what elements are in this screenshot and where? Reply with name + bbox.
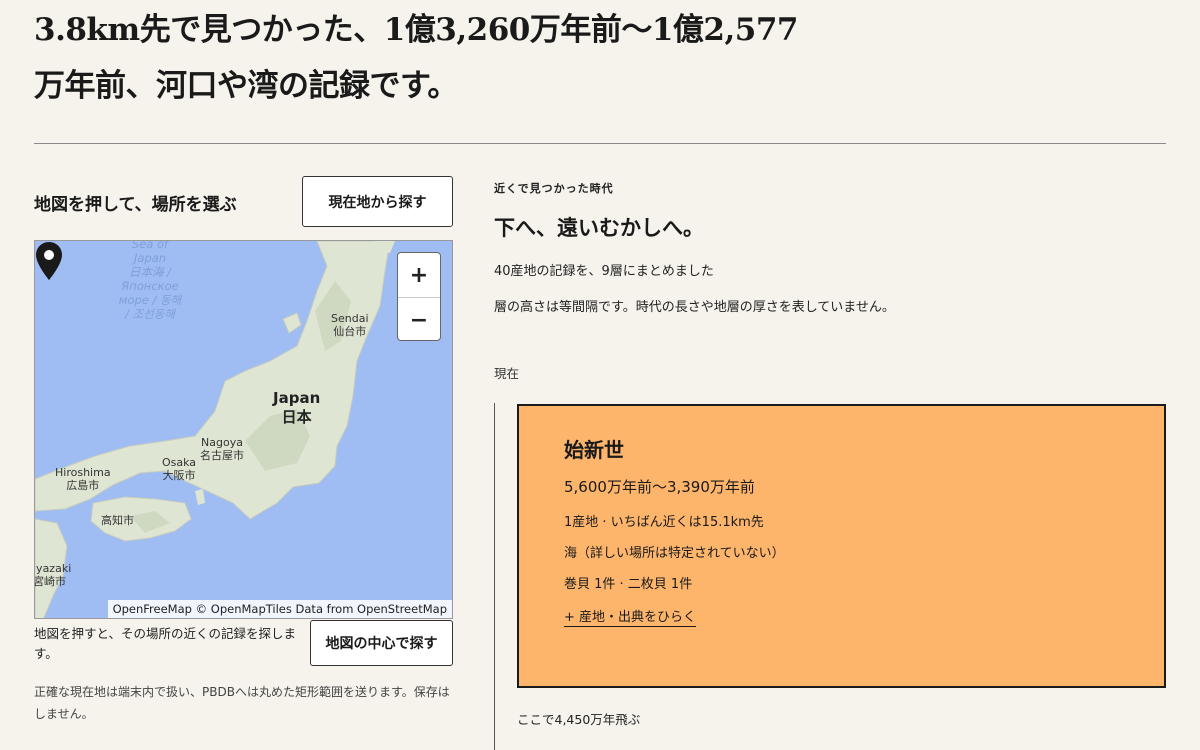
stratum-fossil-counts: 巻貝 1件 · 二枚貝 1件 (564, 577, 693, 592)
city-name-jp: 広島市 (66, 479, 100, 492)
country-name-en: Japan (273, 389, 321, 407)
timeline-eyebrow: 近くで見つかった時代 (494, 182, 614, 195)
city-name-en: iyazaki (34, 562, 72, 575)
sea-label-line: Sea of (131, 240, 169, 251)
privacy-note: 正確な現在地は端末内で扱い、PBDBへは丸めた矩形範囲を送ります。保存はしません… (34, 685, 450, 721)
search-map-center-button[interactable]: 地図の中心で探す (310, 620, 453, 666)
city-name-en: Nagoya (201, 436, 243, 449)
sea-label-line: 日本海 / (128, 265, 172, 279)
city-name-jp: 仙台市 (333, 325, 367, 338)
city-name-en: Osaka (162, 456, 197, 469)
stratum-card: 始新世 5,600万年前〜3,390万年前 1産地 · いちばん近くは15.1k… (517, 404, 1166, 688)
sendai-label: Sendai 仙台市 (331, 312, 369, 338)
country-name-jp: 日本 (281, 408, 312, 426)
expand-sites-sources-link[interactable]: + 産地・出典をひらく (564, 606, 697, 627)
city-name-en: Sendai (331, 312, 369, 325)
city-name-en: Hiroshima (55, 466, 111, 479)
sea-label-line: Japan (133, 251, 167, 265)
stratum-age-range: 5,600万年前〜3,390万年前 (564, 478, 755, 496)
timeline-axis (494, 403, 495, 750)
locate-from-current-position-button[interactable]: 現在地から探す (302, 176, 453, 227)
nagoya-label: Nagoya 名古屋市 (200, 436, 244, 462)
japan-country-label: Japan 日本 (273, 389, 320, 427)
headline-line-2: 万年前、河口や湾の記録です。 (34, 68, 458, 104)
stratum-environment: 海（詳しい場所は特定されていない） (564, 546, 785, 561)
zoom-in-button[interactable]: + (398, 253, 440, 297)
map-panel-title: 地図を押して、場所を選ぶ (34, 195, 237, 215)
map-pin-icon[interactable] (35, 241, 63, 281)
map-attribution[interactable]: OpenFreeMap © OpenMapTiles Data from Ope… (107, 600, 452, 618)
stratum-name: 始新世 (564, 438, 624, 462)
city-name-jp: 名古屋市 (200, 449, 244, 462)
timeline-summary: 40産地の記録を、9層にまとめました (494, 264, 714, 279)
sea-label-line: Японское (121, 279, 179, 293)
sea-label-line: море / 동해 (118, 293, 182, 307)
sea-of-japan-label: Sea of Japan 日本海 / Японское море / 동해 / … (95, 240, 205, 321)
zoom-out-button[interactable]: − (398, 297, 440, 342)
map-help-text: 地図を押すと、その場所の近くの記録を探します。 (34, 626, 297, 661)
page-headline: 3.8km先で見つかった、1億3,260万年前〜1億2,577 万年前、河口や湾… (34, 2, 834, 114)
city-name-jp: 高知市 (101, 514, 134, 527)
osaka-label: Osaka 大阪市 (162, 456, 196, 482)
city-name-jp: 大阪市 (162, 469, 196, 482)
timeline-title: 下へ、遠いむかしへ。 (494, 216, 704, 240)
stratum-sites: 1産地 · いちばん近くは15.1km先 (564, 515, 764, 530)
hiroshima-label: Hiroshima 広島市 (55, 466, 111, 492)
section-divider (34, 143, 1166, 144)
location-map[interactable]: Sea of Japan 日本海 / Японское море / 동해 / … (34, 240, 453, 619)
sea-label-line: / 조선동해 (125, 307, 175, 321)
time-gap-label: ここで4,450万年飛ぶ (517, 712, 641, 727)
timeline-note: 層の高さは等間隔です。時代の長さや地層の厚さを表していません。 (494, 300, 895, 315)
kochi-label: 高知市 (101, 514, 134, 527)
zoom-controls: + − (397, 252, 441, 341)
present-label: 現在 (494, 366, 520, 381)
headline-line-1: 3.8km先で見つかった、1億3,260万年前〜1億2,577 (34, 12, 799, 48)
miyazaki-label: iyazaki 宮崎市 (34, 562, 72, 588)
city-name-jp: 宮崎市 (34, 575, 66, 588)
